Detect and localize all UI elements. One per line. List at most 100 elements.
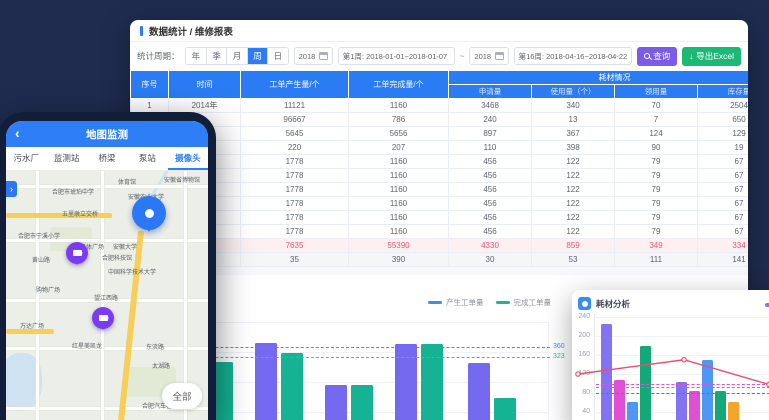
export-excel-button[interactable]: ↓ 导出Excel <box>682 47 741 66</box>
map-label: 合肥市宁溪小学 <box>18 231 60 240</box>
period-option-日[interactable]: 日 <box>267 48 287 64</box>
table-cell: 1160 <box>349 211 449 225</box>
table-cell: 13 <box>532 113 615 127</box>
period-option-年[interactable]: 年 <box>186 48 206 64</box>
table-cell: 859 <box>532 239 615 253</box>
table-cell: 79 <box>615 155 698 169</box>
bar-generated <box>255 343 277 420</box>
map-label: 体育馆 <box>118 177 136 186</box>
table-row: 42202071103989019 <box>131 141 749 155</box>
col-header-seq: 序号 <box>131 71 169 99</box>
breadcrumb: 数据统计 / 维修报表 <box>130 20 748 42</box>
table-cell: 1778 <box>241 183 349 197</box>
title-accent-bar <box>140 26 143 36</box>
table-cell: 1160 <box>349 169 449 183</box>
camera-marker[interactable] <box>92 307 114 329</box>
table-cell: 456 <box>449 211 532 225</box>
table-row: 5177811604561227967 <box>131 155 749 169</box>
phone-tab-监测站[interactable]: 监测站 <box>46 147 86 170</box>
phone-app-header: ‹ 地图监测 <box>6 121 208 147</box>
selected-location-marker[interactable] <box>132 196 166 230</box>
period-option-季[interactable]: 季 <box>206 48 226 64</box>
query-button[interactable]: 查询 <box>637 47 677 66</box>
table-cell: 1160 <box>349 99 449 113</box>
table-cell: 90 <box>615 141 698 155</box>
table-cell: 19 <box>698 141 749 155</box>
bar-completed <box>494 398 516 420</box>
reference-label: 360 <box>553 343 565 350</box>
table-cell: 1160 <box>349 183 449 197</box>
filter-bar: 统计周期： 年季月周日 2018 第1周: 2018-01-01~2018-01… <box>130 42 748 70</box>
table-cell: 129 <box>698 127 749 141</box>
table-row: 10177811604561227967 <box>131 225 749 239</box>
table-cell: 4330 <box>449 239 532 253</box>
table-cell: 70 <box>615 99 698 113</box>
table-cell: 650 <box>698 113 749 127</box>
map-label: 东流路 <box>146 342 164 351</box>
end-week-input[interactable]: 第16周: 2018-04-16~2018-04-22 <box>514 47 633 65</box>
phone-tab-bar: 污水厂监测站桥梁泵站摄像头 <box>6 147 208 171</box>
table-cell: 1160 <box>349 155 449 169</box>
map-label: 购物广场 <box>36 285 60 294</box>
period-option-月[interactable]: 月 <box>226 48 246 64</box>
all-filter-button[interactable]: 全部 <box>162 383 202 409</box>
total-row: 合计7635553904330859349334 <box>131 239 749 253</box>
phone-tab-污水厂[interactable]: 污水厂 <box>6 147 46 170</box>
start-week-input[interactable]: 第1周: 2018-01-01~2018-01-07 <box>338 47 455 65</box>
camera-marker[interactable] <box>66 242 88 264</box>
map-label: 万达广场 <box>20 321 44 330</box>
table-cell: 1778 <box>241 169 349 183</box>
map-label: 太湖路 <box>152 361 170 370</box>
table-row: 9177811604561227967 <box>131 211 749 225</box>
table-cell: 390 <box>349 253 449 267</box>
phone-tab-摄像头[interactable]: 摄像头 <box>168 147 208 170</box>
phone-tab-桥梁[interactable]: 桥梁 <box>87 147 127 170</box>
map-expand-button[interactable]: › <box>6 181 17 197</box>
legend-item-generated: 产生工单量 <box>428 297 484 308</box>
table-cell: 67 <box>698 169 749 183</box>
phone-screen: ‹ 地图监测 污水厂监测站桥梁泵站摄像头 体育馆合肥市琥珀中学安徽农业大学安徽省… <box>6 121 208 420</box>
table-cell: 897 <box>449 127 532 141</box>
map-view[interactable]: 体育馆合肥市琥珀中学安徽农业大学安徽省博物馆五里墩立交桥合肥市宁溪小学奥体广场安… <box>6 171 208 420</box>
table-cell: 456 <box>449 225 532 239</box>
table-cell: 2014年 <box>169 99 241 113</box>
period-label: 统计周期： <box>137 50 180 62</box>
period-option-周[interactable]: 周 <box>247 48 267 64</box>
table-cell: 1160 <box>349 225 449 239</box>
range-separator: ~ <box>460 52 465 61</box>
table-cell: 367 <box>532 127 615 141</box>
start-year-select[interactable]: 2018 <box>294 47 333 65</box>
table-cell: 110 <box>449 141 532 155</box>
table-cell: 5645 <box>241 127 349 141</box>
back-icon[interactable]: ‹ <box>15 125 20 141</box>
table-cell: 79 <box>615 197 698 211</box>
gridline <box>548 322 549 420</box>
bar-completed <box>281 353 303 420</box>
map-label: 黄山路 <box>32 255 50 264</box>
average-row: 平均值353903053111141 <box>131 253 749 267</box>
map-road <box>36 171 39 420</box>
sub-header: 库存量 <box>698 85 749 99</box>
period-segment: 年季月周日 <box>185 47 289 65</box>
table-cell: 55390 <box>349 239 449 253</box>
legend-swatch-generated <box>428 301 442 305</box>
phone-tab-泵站[interactable]: 泵站 <box>127 147 167 170</box>
table-row: 12014年1112111603468340702504 <box>131 99 749 113</box>
table-cell: 340 <box>532 99 615 113</box>
table-cell: 456 <box>449 197 532 211</box>
table-row: 356455656897367124129 <box>131 127 749 141</box>
table-cell: 122 <box>532 169 615 183</box>
table-cell: 334 <box>698 239 749 253</box>
table-row: 6177811604561227967 <box>131 169 749 183</box>
table-cell: 30 <box>449 253 532 267</box>
table-cell: 1778 <box>241 155 349 169</box>
phone-frame: ‹ 地图监测 污水厂监测站桥梁泵站摄像头 体育馆合肥市琥珀中学安徽农业大学安徽省… <box>0 112 216 420</box>
chart-legend: 产生工单量 完成工单量 <box>428 297 551 308</box>
table-cell: 1778 <box>241 197 349 211</box>
end-year-select[interactable]: 2018 <box>469 47 508 65</box>
legend-item-completed: 完成工单量 <box>496 297 552 308</box>
bar-completed <box>421 344 443 420</box>
table-cell: 122 <box>532 155 615 169</box>
table-cell: 122 <box>532 183 615 197</box>
consumables-card: 耗材分析 2402001601208040 <box>572 290 769 420</box>
